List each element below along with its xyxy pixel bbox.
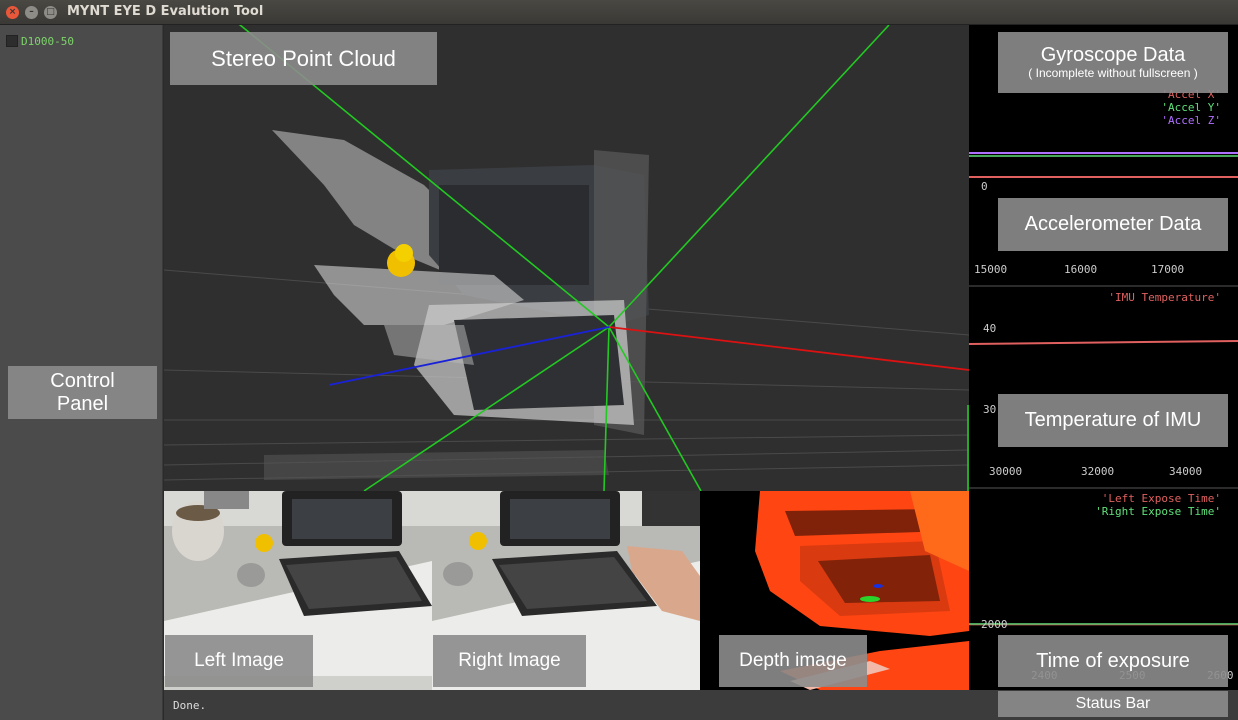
- device-checkbox[interactable]: [6, 35, 18, 47]
- accelerometer-data-label: Accelerometer Data: [998, 198, 1228, 251]
- depth-image-label: Depth image: [719, 635, 867, 687]
- temp-ytick: 30: [983, 403, 997, 416]
- accel-ytick: 0: [981, 180, 988, 193]
- gyroscope-data-label: Gyroscope Data ( Incomplete without full…: [998, 32, 1228, 93]
- gyroscope-data-note: ( Incomplete without fullscreen ): [1028, 66, 1198, 81]
- temp-xtick: 30000: [989, 465, 1023, 478]
- temp-ytick: 40: [983, 322, 997, 335]
- accel-legend-z: 'Accel Z': [1161, 114, 1221, 127]
- right-image-label: Right Image: [433, 635, 586, 687]
- time-of-exposure-label: Time of exposure: [998, 635, 1228, 687]
- window-maximize-button[interactable]: □: [44, 6, 57, 19]
- stereo-point-cloud-label: Stereo Point Cloud: [170, 32, 437, 85]
- temp-xtick: 34000: [1169, 465, 1203, 478]
- window-titlebar: × – □ MYNT EYE D Evalution Tool: [0, 0, 1238, 25]
- accel-legend-y: 'Accel Y': [1161, 101, 1221, 114]
- window-minimize-button[interactable]: –: [25, 6, 38, 19]
- accel-xtick: 17000: [1151, 263, 1185, 276]
- left-image-label: Left Image: [165, 635, 313, 687]
- control-panel-label: Control Panel: [8, 366, 157, 419]
- accel-xtick: 16000: [1064, 263, 1098, 276]
- temp-xtick: 32000: [1081, 465, 1115, 478]
- exposure-legend-right: 'Right Expose Time': [1095, 505, 1221, 518]
- accel-xtick: 15000: [974, 263, 1008, 276]
- window-title: MYNT EYE D Evalution Tool: [67, 4, 264, 19]
- point-cloud: [264, 130, 649, 480]
- point-cloud-scene: [164, 25, 969, 491]
- temperature-plot: 'IMU Temperature' 40 30 30000 32000 3400…: [969, 287, 1238, 487]
- gyroscope-data-title: Gyroscope Data: [1040, 44, 1186, 67]
- exposure-ytick: 2000: [981, 618, 1008, 631]
- status-bar-label: Status Bar: [998, 691, 1228, 717]
- status-text: Done.: [173, 699, 207, 712]
- temperature-of-imu-label: Temperature of IMU: [998, 394, 1228, 447]
- device-label: D1000-50: [21, 34, 74, 48]
- device-list-item[interactable]: D1000-50: [6, 34, 74, 48]
- temp-legend: 'IMU Temperature': [1108, 291, 1221, 304]
- exposure-legend-left: 'Left Expose Time': [1101, 492, 1221, 505]
- window-close-button[interactable]: ×: [6, 6, 19, 19]
- temperature-plot-canvas: [969, 340, 1238, 345]
- point-cloud-viewport[interactable]: [164, 25, 969, 491]
